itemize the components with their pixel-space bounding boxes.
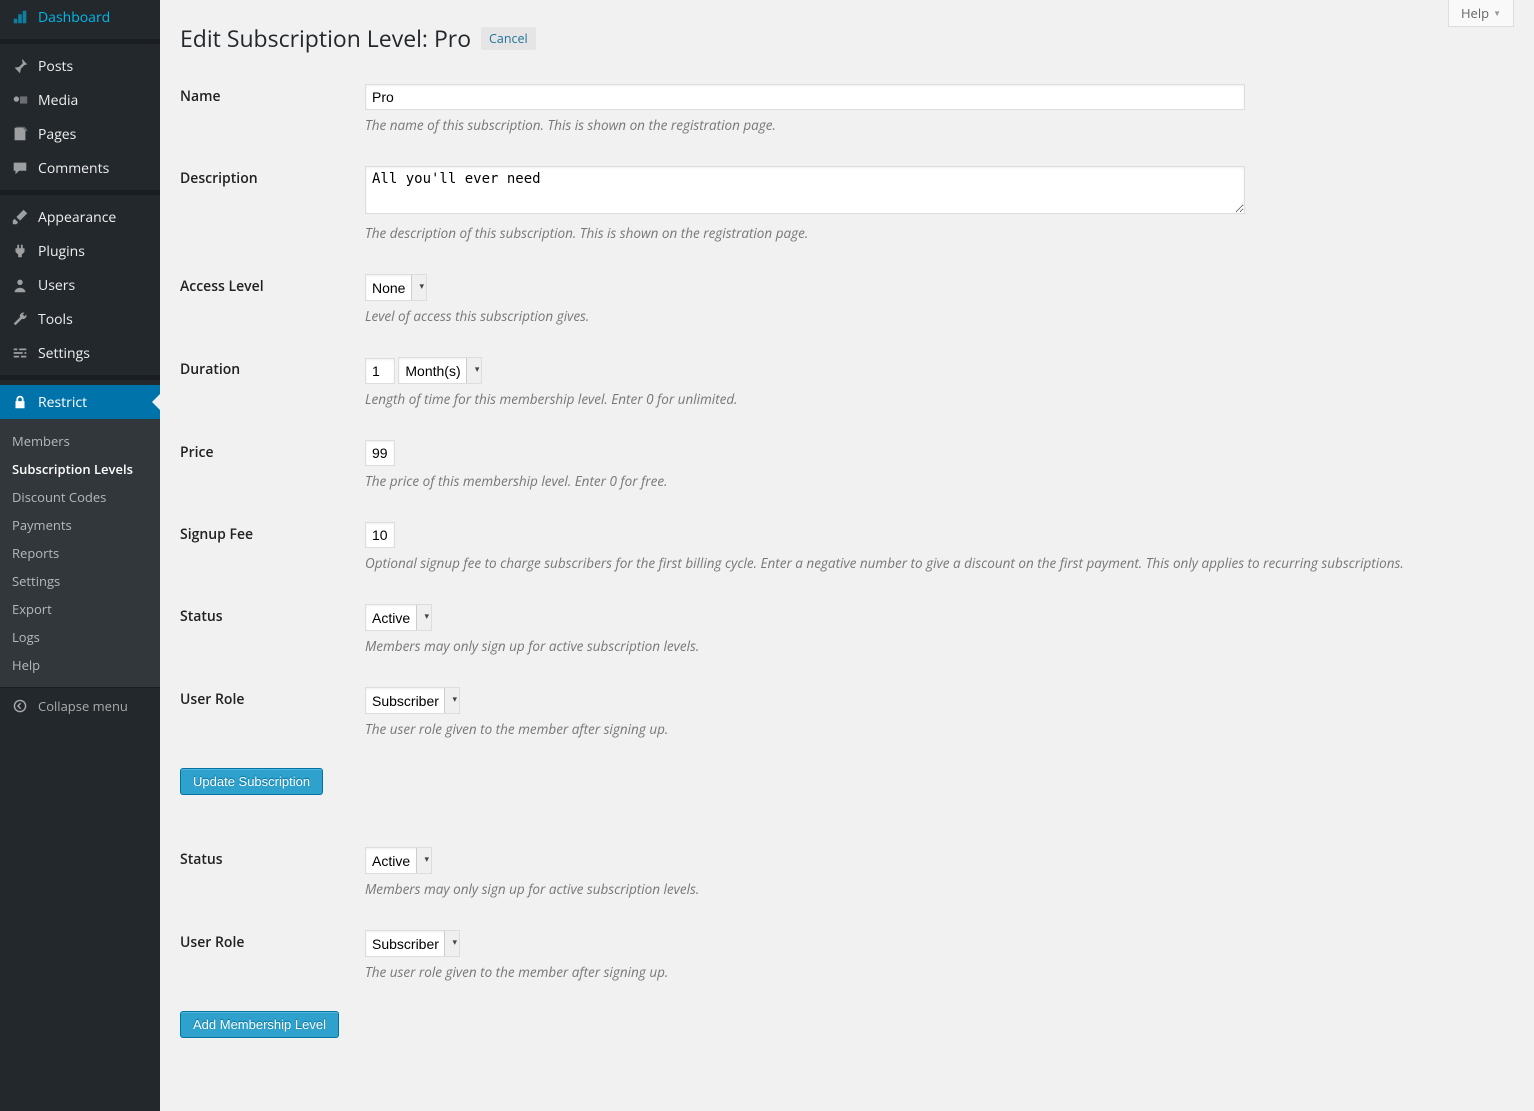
user-role2-label: User Role	[180, 918, 365, 1001]
duration-desc: Length of time for this membership level…	[365, 390, 1504, 408]
status2-desc: Members may only sign up for active subs…	[365, 880, 1504, 898]
menu-separator	[0, 39, 160, 44]
sidebar-item-label: Media	[38, 91, 78, 110]
signup-fee-desc: Optional signup fee to charge subscriber…	[365, 554, 1504, 572]
brush-icon	[10, 207, 30, 227]
access-level-desc: Level of access this subscription gives.	[365, 307, 1504, 325]
pages-icon	[10, 124, 30, 144]
sidebar-item-appearance[interactable]: Appearance	[0, 200, 160, 234]
status-desc: Members may only sign up for active subs…	[365, 637, 1504, 655]
help-label: Help	[1461, 4, 1489, 22]
description-desc: The description of this subscription. Th…	[365, 224, 1504, 242]
submenu-payments[interactable]: Payments	[0, 511, 160, 539]
submenu-help[interactable]: Help	[0, 651, 160, 679]
secondary-form: Status Active Members may only sign up f…	[180, 835, 1514, 1001]
sidebar-item-label: Plugins	[38, 242, 85, 261]
sliders-icon	[10, 343, 30, 363]
name-label: Name	[180, 72, 365, 154]
sidebar-item-tools[interactable]: Tools	[0, 302, 160, 336]
submenu-members[interactable]: Members	[0, 427, 160, 455]
add-membership-level-button[interactable]: Add Membership Level	[180, 1011, 339, 1038]
submenu-settings[interactable]: Settings	[0, 567, 160, 595]
user-role2-desc: The user role given to the member after …	[365, 963, 1504, 981]
sidebar-item-posts[interactable]: Posts	[0, 49, 160, 83]
sidebar-item-label: Comments	[38, 159, 109, 178]
collapse-icon	[10, 696, 30, 716]
price-input[interactable]	[365, 440, 395, 466]
access-level-select[interactable]: None	[365, 274, 427, 301]
status2-label: Status	[180, 835, 365, 918]
user-role-select[interactable]: Subscriber	[365, 687, 460, 714]
user-role-desc: The user role given to the member after …	[365, 720, 1504, 738]
plug-icon	[10, 241, 30, 261]
sidebar-submenu: Members Subscription Levels Discount Cod…	[0, 419, 160, 687]
description-input[interactable]: All you'll ever need	[365, 166, 1245, 214]
status2-select[interactable]: Active	[365, 847, 432, 874]
lock-icon	[10, 392, 30, 412]
duration-input[interactable]	[365, 358, 395, 384]
comments-icon	[10, 158, 30, 178]
collapse-label: Collapse menu	[38, 697, 128, 715]
name-desc: The name of this subscription. This is s…	[365, 116, 1504, 134]
cancel-button[interactable]: Cancel	[481, 27, 536, 50]
signup-fee-input[interactable]	[365, 522, 395, 548]
sidebar-item-plugins[interactable]: Plugins	[0, 234, 160, 268]
sidebar-item-settings[interactable]: Settings	[0, 336, 160, 370]
sidebar-item-media[interactable]: Media	[0, 83, 160, 117]
signup-fee-label: Signup Fee	[180, 510, 365, 592]
media-icon	[10, 90, 30, 110]
sidebar-item-users[interactable]: Users	[0, 268, 160, 302]
help-tab[interactable]: Help ▼	[1448, 0, 1514, 27]
menu-separator	[0, 190, 160, 195]
sidebar-item-label: Appearance	[38, 208, 116, 227]
sidebar-item-label: Settings	[38, 344, 90, 363]
description-label: Description	[180, 154, 365, 262]
sidebar-item-label: Pages	[38, 125, 76, 144]
chevron-down-icon: ▼	[1493, 8, 1501, 19]
duration-label: Duration	[180, 345, 365, 428]
sidebar-item-label: Dashboard	[38, 8, 110, 27]
submenu-export[interactable]: Export	[0, 595, 160, 623]
collapse-menu[interactable]: Collapse menu	[0, 687, 160, 724]
wrench-icon	[10, 309, 30, 329]
page-title: Edit Subscription Level: Pro Cancel	[180, 22, 1514, 54]
price-label: Price	[180, 428, 365, 510]
user-icon	[10, 275, 30, 295]
sidebar-item-label: Users	[38, 276, 75, 295]
sidebar-item-pages[interactable]: Pages	[0, 117, 160, 151]
sidebar-item-dashboard[interactable]: Dashboard	[0, 0, 160, 34]
submenu-reports[interactable]: Reports	[0, 539, 160, 567]
sidebar-item-label: Tools	[38, 310, 73, 329]
user-role-label: User Role	[180, 675, 365, 758]
name-input[interactable]	[365, 84, 1245, 110]
menu-separator	[0, 375, 160, 380]
dashboard-icon	[10, 7, 30, 27]
edit-form: Name The name of this subscription. This…	[180, 72, 1514, 758]
main-content: Help ▼ Edit Subscription Level: Pro Canc…	[160, 0, 1534, 1111]
status-label: Status	[180, 592, 365, 675]
duration-unit-select[interactable]: Month(s)	[398, 357, 482, 384]
admin-sidebar: Dashboard Posts Media Pages Comments App…	[0, 0, 160, 1111]
sidebar-item-restrict[interactable]: Restrict	[0, 385, 160, 419]
price-desc: The price of this membership level. Ente…	[365, 472, 1504, 490]
sidebar-item-label: Restrict	[38, 393, 87, 412]
status-select[interactable]: Active	[365, 604, 432, 631]
submenu-discount-codes[interactable]: Discount Codes	[0, 483, 160, 511]
pin-icon	[10, 56, 30, 76]
sidebar-item-comments[interactable]: Comments	[0, 151, 160, 185]
update-subscription-button[interactable]: Update Subscription	[180, 768, 323, 795]
submenu-subscription-levels[interactable]: Subscription Levels	[0, 455, 160, 483]
title-text: Edit Subscription Level: Pro	[180, 22, 471, 54]
submenu-logs[interactable]: Logs	[0, 623, 160, 651]
user-role2-select[interactable]: Subscriber	[365, 930, 460, 957]
access-level-label: Access Level	[180, 262, 365, 345]
sidebar-item-label: Posts	[38, 57, 73, 76]
